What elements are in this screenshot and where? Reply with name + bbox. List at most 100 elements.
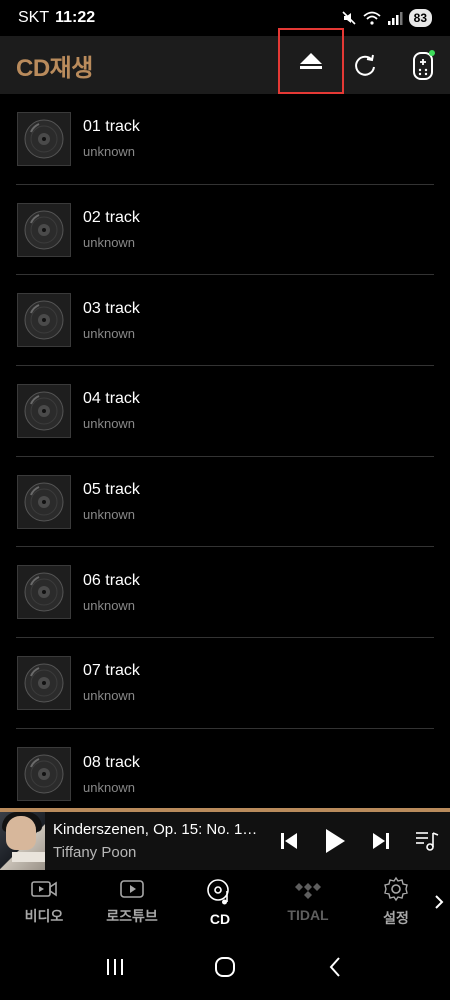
track-text: 04 track unknown <box>83 390 140 431</box>
track-row[interactable]: 01 track unknown <box>16 94 434 185</box>
cd-disc-icon <box>24 754 64 794</box>
track-artist: unknown <box>83 325 136 341</box>
nav-label: CD <box>209 911 231 927</box>
cd-thumbnail <box>17 383 71 438</box>
signal-icon <box>387 12 403 25</box>
track-title: 05 track <box>83 481 140 499</box>
track-title: 01 track <box>83 118 140 136</box>
nav-item-tidal[interactable]: TIDAL <box>264 870 352 934</box>
now-playing-artist: Tiffany Poon <box>53 844 137 861</box>
queue-button[interactable] <box>404 821 450 861</box>
refresh-icon <box>355 54 375 76</box>
cd-thumbnail <box>17 655 71 710</box>
cd-thumbnail <box>17 474 71 529</box>
status-time: 11:22 <box>55 9 96 26</box>
track-artist: unknown <box>83 688 136 704</box>
recent-apps-button[interactable] <box>95 947 135 987</box>
page-title: CD재생 <box>16 54 93 82</box>
track-text: 06 track unknown <box>83 572 140 613</box>
track-artist: unknown <box>83 235 136 251</box>
track-artist: unknown <box>83 416 136 432</box>
cd-thumbnail <box>17 565 71 620</box>
player-controls <box>266 821 450 861</box>
cd-thumbnail <box>17 747 71 802</box>
track-row[interactable]: 08 track unknown <box>16 729 434 808</box>
track-text: 07 track unknown <box>83 662 140 703</box>
cd-disc-icon <box>24 119 64 159</box>
cd-disc-icon <box>24 300 64 340</box>
app-header: CD재생 <box>0 28 450 94</box>
refresh-button[interactable] <box>348 36 382 94</box>
recent-apps-icon <box>107 959 123 975</box>
track-text: 02 track unknown <box>83 209 140 250</box>
track-artist: unknown <box>83 779 136 795</box>
track-text: 01 track unknown <box>83 118 140 159</box>
play-icon <box>326 829 345 853</box>
track-title: 06 track <box>83 571 140 589</box>
cd-disc-icon <box>24 572 64 612</box>
track-row[interactable]: 04 track unknown <box>16 366 434 457</box>
track-list: 01 track unknown 02 track unknown 03 tra… <box>0 94 450 808</box>
track-row[interactable]: 02 track unknown <box>16 185 434 276</box>
back-icon <box>329 957 340 977</box>
previous-button[interactable] <box>266 821 312 861</box>
track-text: 03 track unknown <box>83 300 140 341</box>
cd-disc-icon <box>24 663 64 703</box>
track-title: 07 track <box>83 662 140 680</box>
mute-icon <box>342 11 356 25</box>
track-artist: unknown <box>83 507 136 523</box>
album-art[interactable] <box>0 812 45 870</box>
cd-disc-icon <box>24 210 64 250</box>
bottom-nav: 비디오 로즈튜브 CD TIDAL 설정 <box>0 870 450 934</box>
eject-button[interactable] <box>278 28 344 94</box>
track-title: 02 track <box>83 209 140 227</box>
play-box-icon <box>120 880 144 898</box>
nav-item-cd[interactable]: CD <box>176 870 264 934</box>
nav-item-video[interactable]: 비디오 <box>0 870 88 934</box>
track-title: 03 track <box>83 299 140 317</box>
nav-more-button[interactable] <box>432 892 446 912</box>
nav-item-rosetube[interactable]: 로즈튜브 <box>88 870 176 934</box>
nav-label: 설정 <box>383 910 409 926</box>
track-title: 08 track <box>83 753 140 771</box>
home-button[interactable] <box>205 947 245 987</box>
nav-item-settings[interactable]: 설정 <box>352 870 440 934</box>
skip-next-icon <box>373 833 389 849</box>
eject-icon <box>300 53 322 69</box>
cd-thumbnail <box>17 293 71 348</box>
cd-thumbnail <box>17 202 71 257</box>
remote-button[interactable] <box>406 36 440 94</box>
chevron-right-icon <box>435 895 444 909</box>
now-playing-title: Kinderszenen, Op. 15: No. 1, ... <box>53 821 258 838</box>
track-row[interactable]: 06 track unknown <box>16 547 434 639</box>
video-icon <box>31 881 57 897</box>
mini-player[interactable]: Kinderszenen, Op. 15: No. 1, ... Tiffany… <box>0 812 450 870</box>
track-row[interactable]: 05 track unknown <box>16 457 434 548</box>
status-carrier: SKT <box>18 9 50 26</box>
cd-disc-icon <box>24 391 64 431</box>
track-row[interactable]: 07 track unknown <box>16 638 434 729</box>
status-bar: SKT 11:22 83 <box>0 0 450 36</box>
track-artist: unknown <box>83 144 136 160</box>
nav-label: 로즈튜브 <box>106 908 158 924</box>
nav-label: 비디오 <box>24 908 64 924</box>
track-text: 05 track unknown <box>83 481 140 522</box>
skip-previous-icon <box>281 833 297 849</box>
track-text: 08 track unknown <box>83 754 140 795</box>
status-icons: 83 <box>341 9 432 27</box>
system-nav-bar <box>0 934 450 1000</box>
wifi-icon <box>363 11 381 25</box>
battery-indicator: 83 <box>408 9 432 27</box>
track-title: 04 track <box>83 390 140 408</box>
play-button[interactable] <box>312 821 358 861</box>
home-icon <box>215 957 235 977</box>
nav-label: TIDAL <box>287 907 329 923</box>
back-button[interactable] <box>315 947 355 987</box>
track-row[interactable]: 03 track unknown <box>16 275 434 367</box>
cd-disc-icon <box>24 482 64 522</box>
cd-thumbnail <box>17 111 71 166</box>
cd-music-icon <box>207 879 229 905</box>
player-info[interactable]: Kinderszenen, Op. 15: No. 1, ... Tiffany… <box>53 821 258 861</box>
next-button[interactable] <box>358 821 404 861</box>
remote-control-icon <box>413 50 435 80</box>
